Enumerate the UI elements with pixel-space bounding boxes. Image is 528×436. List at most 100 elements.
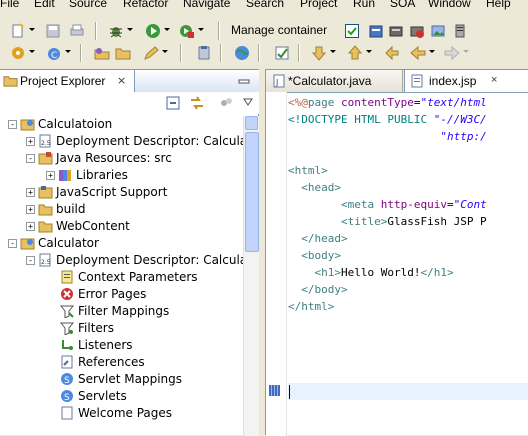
deploy-icon[interactable]	[388, 23, 404, 39]
collapse-toggle-icon[interactable]: -	[8, 120, 17, 129]
external-tools-dropdown-icon[interactable]	[198, 28, 204, 31]
open-type-icon[interactable]	[94, 45, 110, 61]
tree-item[interactable]: Welcome Pages	[0, 405, 243, 422]
new-java-class-dropdown-icon[interactable]	[65, 50, 71, 53]
pencil-dropdown-icon[interactable]	[162, 50, 168, 53]
tab-index-jsp[interactable]: index.jsp ×	[404, 70, 528, 92]
minimize-view-icon[interactable]	[237, 74, 251, 88]
clipboard-icon[interactable]	[196, 45, 212, 61]
tree-item[interactable]: Filter Mappings	[0, 303, 243, 320]
new-server-icon[interactable]	[10, 45, 26, 61]
tree-item[interactable]: + JavaScript Support	[0, 184, 243, 201]
code-token: </h1>	[420, 266, 454, 279]
run-icon[interactable]	[145, 23, 161, 39]
tree-item-label: JavaScript Support	[56, 185, 168, 199]
tree-item[interactable]: + Libraries	[0, 167, 243, 184]
tree-item[interactable]: Context Parameters	[0, 269, 243, 286]
menu-run[interactable]: Run	[353, 0, 375, 9]
scroll-up-icon[interactable]	[245, 116, 258, 130]
external-tools-icon[interactable]	[179, 23, 195, 39]
print-icon[interactable]	[69, 23, 85, 39]
tree-item[interactable]: Error Pages	[0, 286, 243, 303]
servlets-icon: S	[61, 390, 73, 403]
tree-item[interactable]: - Java Resources: src	[0, 150, 243, 167]
view-menu-filter-icon[interactable]	[219, 96, 233, 110]
tab-project-explorer[interactable]: Project Explorer ×	[0, 70, 135, 92]
expand-toggle-icon[interactable]: +	[26, 137, 35, 146]
next-annotation-icon[interactable]	[311, 45, 327, 61]
container-icon[interactable]	[368, 23, 384, 39]
globe-icon[interactable]	[234, 45, 250, 61]
pencil-icon[interactable]	[143, 45, 159, 61]
tree-item[interactable]: - Calculatoion	[0, 116, 243, 133]
last-edit-location-icon[interactable]	[384, 45, 400, 61]
servlet-mappings-icon: S	[61, 373, 73, 386]
save-icon[interactable]	[45, 23, 61, 39]
tree-item[interactable]: - Calculator	[0, 235, 243, 252]
tree-item[interactable]: -2.5 Deployment Descriptor: Calcula	[0, 252, 243, 269]
previous-annotation-icon[interactable]	[347, 45, 363, 61]
servers-icon[interactable]	[452, 23, 468, 39]
collapse-toggle-icon[interactable]: -	[26, 154, 35, 163]
code-token: <%@	[288, 96, 308, 109]
code-token: <html>	[288, 164, 328, 177]
expand-toggle-icon[interactable]: +	[26, 188, 35, 197]
folder-icon	[38, 221, 53, 233]
new-server-dropdown-icon[interactable]	[29, 50, 35, 53]
next-annotation-dropdown-icon[interactable]	[330, 50, 336, 53]
tree-item[interactable]: +2.5 Deployment Descriptor: Calcula	[0, 133, 243, 150]
open-folder-icon[interactable]	[115, 45, 131, 61]
tree-item[interactable]: + WebContent	[0, 218, 243, 235]
collapse-all-icon[interactable]	[166, 96, 180, 110]
close-icon[interactable]: ×	[117, 74, 126, 87]
new-java-class-icon[interactable]: C	[46, 45, 62, 61]
menu-source[interactable]: Source	[69, 0, 107, 9]
tree-item-label: Java Resources: src	[56, 151, 172, 165]
expand-toggle-icon[interactable]: +	[46, 171, 55, 180]
code-editor[interactable]: <%@page contentType="text/html <!DOCTYPE …	[288, 94, 528, 434]
expand-toggle-icon[interactable]: +	[26, 205, 35, 214]
menu-search[interactable]: Search	[246, 0, 284, 9]
tree-item[interactable]: S Servlets	[0, 388, 243, 405]
menu-edit[interactable]: Edit	[34, 0, 55, 9]
svg-text:2.5: 2.5	[41, 140, 51, 147]
tab-calculator-java[interactable]: J *Calculator.java	[266, 70, 403, 92]
debug-dropdown-icon[interactable]	[127, 28, 133, 31]
tree-item[interactable]: References	[0, 354, 243, 371]
task-icon[interactable]	[274, 45, 290, 61]
project-tree-scrollbar[interactable]	[243, 116, 259, 436]
view-menu-icon[interactable]	[243, 98, 253, 106]
expand-toggle-icon[interactable]: +	[26, 222, 35, 231]
manage-container-checkbox-icon[interactable]	[344, 23, 360, 39]
menu-window[interactable]: Window	[428, 0, 471, 9]
scrollbar-thumb[interactable]	[245, 132, 259, 252]
debug-icon[interactable]	[108, 23, 124, 39]
menu-refactor[interactable]: Refactor	[123, 0, 168, 9]
tree-item-label: Servlet Mappings	[78, 372, 183, 386]
project-explorer-tabbar: Project Explorer ×	[0, 70, 259, 93]
image-icon[interactable]	[430, 23, 446, 39]
menu-soa[interactable]: SOA	[390, 0, 415, 9]
forward-dropdown-icon[interactable]	[463, 50, 469, 53]
tree-item[interactable]: Listeners	[0, 337, 243, 354]
collapse-toggle-icon[interactable]: -	[26, 256, 35, 265]
menu-navigate[interactable]: Navigate	[183, 0, 230, 9]
menu-help[interactable]: Help	[486, 0, 511, 9]
menu-file[interactable]: File	[0, 0, 19, 9]
previous-annotation-dropdown-icon[interactable]	[366, 50, 372, 53]
back-dropdown-icon[interactable]	[429, 50, 435, 53]
back-icon[interactable]	[410, 45, 426, 61]
link-with-editor-icon[interactable]	[189, 96, 205, 110]
tree-item[interactable]: + build	[0, 201, 243, 218]
project-explorer-tab-label: Project Explorer	[20, 74, 106, 88]
stop-container-icon[interactable]	[409, 23, 425, 39]
tree-item[interactable]: Filters	[0, 320, 243, 337]
tree-item[interactable]: S Servlet Mappings	[0, 371, 243, 388]
forward-icon[interactable]	[444, 45, 460, 61]
new-icon[interactable]	[10, 23, 26, 39]
close-icon[interactable]: ×	[491, 74, 497, 86]
new-dropdown-icon[interactable]	[29, 28, 35, 31]
run-dropdown-icon[interactable]	[164, 28, 170, 31]
collapse-toggle-icon[interactable]: -	[8, 239, 17, 248]
menu-project[interactable]: Project	[300, 0, 337, 9]
